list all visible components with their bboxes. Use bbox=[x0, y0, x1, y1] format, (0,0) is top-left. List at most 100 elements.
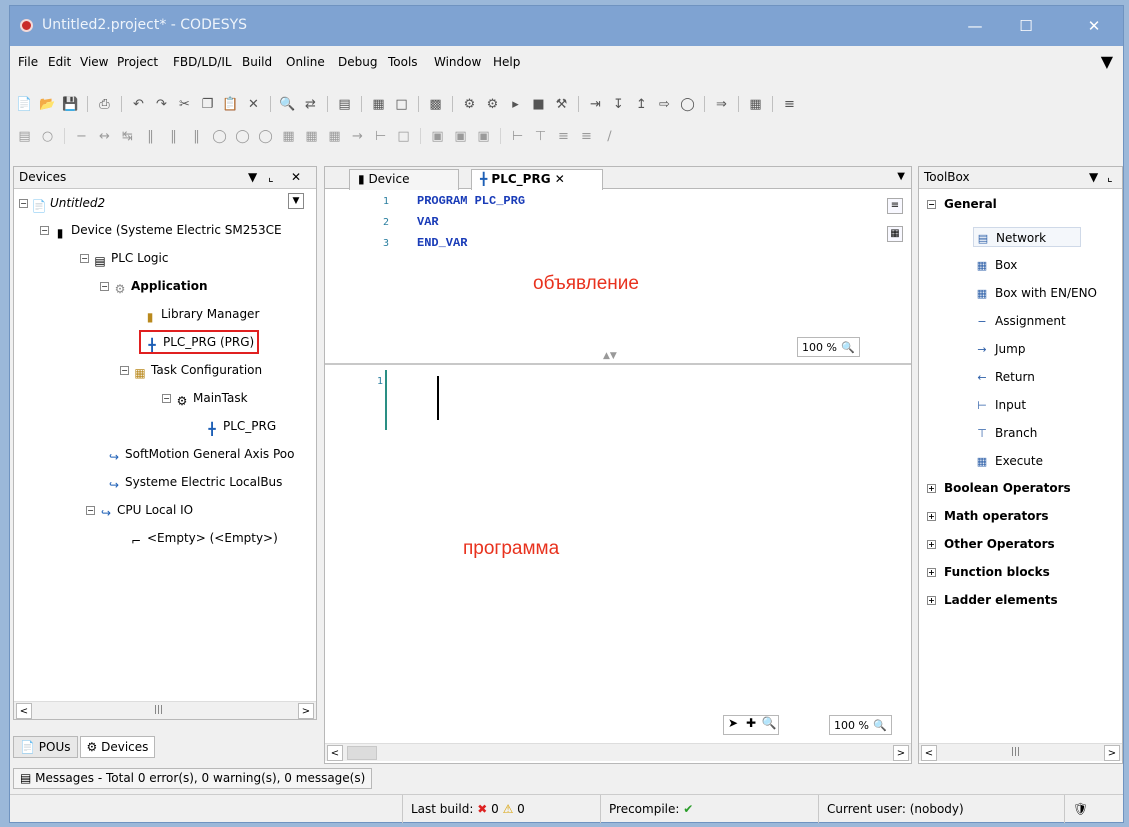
security-status[interactable]: 🛡 bbox=[1064, 795, 1122, 823]
logout-icon[interactable]: ⚙ bbox=[484, 96, 501, 113]
toolbox-item-box-en-eno[interactable]: ▦ Box with EN/ENO bbox=[973, 283, 1097, 303]
step-over-icon[interactable]: ⇥ bbox=[587, 96, 604, 113]
menu-fbd-ld-il[interactable]: FBD/LD/IL bbox=[173, 55, 232, 69]
collapse-icon[interactable]: − bbox=[86, 506, 95, 515]
stop-icon[interactable]: ■ bbox=[530, 96, 547, 113]
force-values-icon[interactable]: ▦ bbox=[747, 96, 764, 113]
code-line[interactable]: END_VAR bbox=[417, 236, 467, 250]
declaration-zoom[interactable]: 100 % 🔍 bbox=[797, 337, 860, 357]
toolbox-item-input[interactable]: ⊢ Input bbox=[973, 395, 1026, 415]
save-icon[interactable]: 💾 bbox=[62, 96, 79, 113]
edge-detection-icon[interactable]: ▣ bbox=[452, 128, 469, 145]
scroll-right-icon[interactable]: > bbox=[1104, 745, 1120, 761]
insert-return-icon[interactable]: ↹ bbox=[119, 128, 136, 145]
minimize-button[interactable]: — bbox=[955, 14, 995, 38]
run-to-cursor-icon[interactable]: ⇨ bbox=[656, 96, 673, 113]
toolbox-section-function-blocks[interactable]: + Function blocks bbox=[927, 565, 1050, 579]
menu-edit[interactable]: Edit bbox=[48, 55, 71, 69]
menu-view[interactable]: View bbox=[80, 55, 108, 69]
insert-comment-icon[interactable]: ○ bbox=[39, 128, 56, 145]
replace-icon[interactable]: ⇄ bbox=[302, 96, 319, 113]
tab-plc-prg[interactable]: ╋ PLC_PRG ✕ bbox=[471, 169, 603, 190]
pin-icon[interactable]: ⌞ bbox=[268, 170, 274, 184]
expand-icon[interactable]: + bbox=[927, 540, 936, 549]
textual-view-icon[interactable]: ≡ bbox=[887, 198, 903, 214]
scroll-thumb[interactable] bbox=[347, 746, 377, 760]
toolbox-section-general[interactable]: − General bbox=[927, 197, 997, 211]
zoom-tool-icon[interactable]: 🔍 bbox=[760, 716, 778, 734]
toolbox-horizontal-scrollbar[interactable]: < ||| > bbox=[919, 743, 1122, 761]
tree-node-softmotion[interactable]: ↪ SoftMotion General Axis Poo bbox=[106, 445, 295, 464]
zoom-magnifier-icon[interactable]: 🔍 bbox=[873, 719, 887, 732]
menu-help[interactable]: Help bbox=[493, 55, 520, 69]
insert-box-icon[interactable]: ▦ bbox=[280, 128, 297, 145]
close-button[interactable]: ✕ bbox=[1065, 14, 1123, 38]
set-reset-icon[interactable]: ▣ bbox=[475, 128, 492, 145]
tree-node-task-plc-prg[interactable]: ╋ PLC_PRG bbox=[204, 417, 276, 436]
collapse-icon[interactable]: − bbox=[162, 394, 171, 403]
toolbox-item-return[interactable]: ← Return bbox=[973, 367, 1034, 387]
splitter-grip-icon[interactable]: ▲▼ bbox=[603, 351, 617, 361]
toolbox-item-assignment[interactable]: − Assignment bbox=[973, 311, 1065, 331]
collapse-icon[interactable]: − bbox=[80, 254, 89, 263]
tree-node-main-task[interactable]: − ⚙ MainTask bbox=[162, 389, 248, 408]
menu-file[interactable]: File bbox=[18, 55, 38, 69]
menu-debug[interactable]: Debug bbox=[338, 55, 377, 69]
title-bar[interactable]: Untitled2.project* - CODESYS — ☐ ✕ bbox=[10, 6, 1123, 46]
insert-assignment-icon[interactable]: − bbox=[73, 128, 90, 145]
insert-negated-contact-icon[interactable]: ‖ bbox=[165, 128, 182, 145]
tree-node-plc-prg[interactable]: ╋ PLC_PRG (PRG) bbox=[138, 330, 260, 354]
insert-branch-icon[interactable]: → bbox=[349, 128, 366, 145]
toolbox-item-box[interactable]: ▦ Box bbox=[973, 255, 1018, 275]
branch-end-icon[interactable]: ⊤ bbox=[532, 128, 549, 145]
tree-node-library-manager[interactable]: ▮ Library Manager bbox=[142, 305, 260, 324]
insert-empty-box-icon[interactable]: ▦ bbox=[326, 128, 343, 145]
toolbox-section-boolean-operators[interactable]: + Boolean Operators bbox=[927, 481, 1071, 495]
object-properties-icon[interactable]: ▤ bbox=[336, 96, 353, 113]
editor-horizontal-scrollbar[interactable]: < > bbox=[325, 743, 911, 761]
insert-label-icon[interactable]: □ bbox=[395, 128, 412, 145]
devices-horizontal-scrollbar[interactable]: < ||| > bbox=[14, 701, 316, 719]
reset-icon[interactable]: ⚒ bbox=[553, 96, 570, 113]
paste-icon[interactable]: 📋 bbox=[222, 96, 239, 113]
open-project-icon[interactable]: 📂 bbox=[39, 96, 56, 113]
collapse-icon[interactable]: − bbox=[19, 199, 28, 208]
maximize-button[interactable]: ☐ bbox=[1006, 14, 1046, 38]
scroll-grip-icon[interactable]: ||| bbox=[154, 705, 163, 715]
toolbox-item-execute[interactable]: ▦ Execute bbox=[973, 451, 1043, 471]
pin-icon[interactable]: ⌞ bbox=[1107, 170, 1113, 184]
ladder-branch-icon[interactable]: ≡ bbox=[578, 128, 595, 145]
redo-icon[interactable]: ↷ bbox=[153, 96, 170, 113]
insert-input-icon[interactable]: ⊢ bbox=[372, 128, 389, 145]
tree-dropdown-icon[interactable]: ▼ bbox=[288, 193, 304, 209]
declaration-editor[interactable]: 1 PROGRAM PLC_PRG 2 VAR 3 END_VAR объявл… bbox=[325, 190, 911, 365]
last-build-status[interactable]: Last build: ✖ 0 ⚠ 0 bbox=[402, 795, 598, 823]
toolbar-overflow-icon[interactable]: ≡ bbox=[781, 96, 798, 113]
collapse-icon[interactable]: − bbox=[40, 226, 49, 235]
negate-icon[interactable]: ▣ bbox=[429, 128, 446, 145]
menu-tools[interactable]: Tools bbox=[388, 55, 418, 69]
menu-online[interactable]: Online bbox=[286, 55, 325, 69]
expand-icon[interactable]: + bbox=[927, 484, 936, 493]
tree-node-plc-logic[interactable]: − ▤ PLC Logic bbox=[80, 249, 168, 268]
breakpoint-icon[interactable]: ◯ bbox=[679, 96, 696, 113]
collapse-icon[interactable]: − bbox=[100, 282, 109, 291]
close-panel-icon[interactable]: ✕ bbox=[291, 170, 301, 184]
tabular-view-icon[interactable]: ▦ bbox=[887, 226, 903, 242]
messages-tab[interactable]: ▤ Messages - Total 0 error(s), 0 warning… bbox=[13, 768, 373, 789]
add-object-icon[interactable]: ▦ bbox=[370, 96, 387, 113]
scroll-grip-icon[interactable]: ||| bbox=[1011, 747, 1020, 757]
tab-list-dropdown-icon[interactable]: ▼ bbox=[897, 171, 905, 182]
tree-node-project[interactable]: − 📄 Untitled2 bbox=[19, 194, 105, 213]
tab-pous[interactable]: 📄 POUs bbox=[13, 736, 78, 758]
toolbox-section-math-operators[interactable]: + Math operators bbox=[927, 509, 1049, 523]
run-icon[interactable]: ▸ bbox=[507, 96, 524, 113]
precompile-status[interactable]: Precompile: ✔ bbox=[600, 795, 816, 823]
undo-icon[interactable]: ↶ bbox=[130, 96, 147, 113]
expand-icon[interactable]: + bbox=[927, 512, 936, 521]
insert-box-en-icon[interactable]: ▦ bbox=[303, 128, 320, 145]
menu-window[interactable]: Window bbox=[434, 55, 481, 69]
panel-dropdown-icon[interactable]: ▼ bbox=[1089, 170, 1098, 184]
zoom-magnifier-icon[interactable]: 🔍 bbox=[841, 341, 855, 354]
insert-set-coil-icon[interactable]: ◯ bbox=[234, 128, 251, 145]
